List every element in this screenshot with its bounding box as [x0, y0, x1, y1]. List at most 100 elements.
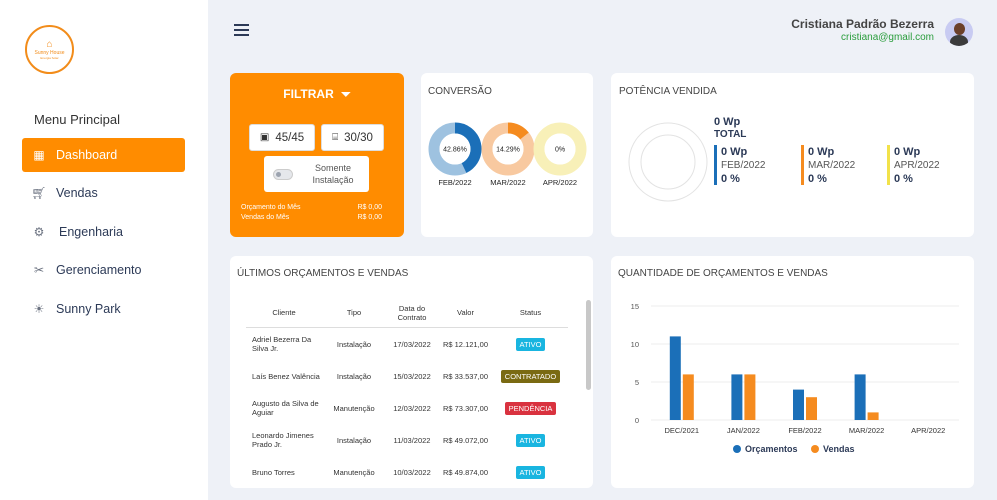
potencia-apr-bar — [887, 145, 890, 185]
bar-vendas[interactable] — [744, 374, 756, 420]
header-tipo[interactable]: Tipo — [322, 308, 386, 317]
cell-cliente: Laís Benez Valência — [252, 371, 320, 381]
bar-vendas[interactable] — [682, 374, 694, 420]
potencia-feb-label: FEB/2022 — [721, 160, 766, 171]
header-valor[interactable]: Valor — [438, 308, 493, 317]
header-cliente[interactable]: Cliente — [246, 308, 322, 317]
sidebar-item-gerenciamento[interactable]: ✂ Gerenciamento — [22, 253, 185, 287]
sidebar-item-engenharia[interactable]: ⚙ Engenharia — [22, 215, 185, 249]
quantidade-chart-card: QUANTIDADE DE ORÇAMENTOS E VENDAS 0 5 10 15… — [611, 256, 974, 488]
x-tick-label: FEB/2022 — [788, 426, 821, 435]
sidebar-item-label: Sunny Park — [56, 302, 121, 316]
sunny-house-logo[interactable]: ⌂ Sunny House Energia Solar — [25, 25, 74, 74]
cell-tipo: Manutenção — [333, 403, 375, 413]
potencia-feb-bar — [714, 145, 717, 185]
donut-label-apr: APR/2022 — [542, 178, 578, 187]
filter-title: FILTRAR — [283, 87, 334, 101]
ultimos-orcamentos-card: ÚLTIMOS ORÇAMENTOS E VENDAS Cliente Tipo… — [230, 256, 593, 488]
table-row[interactable]: Augusto da Silva de Aguiar Manutenção 12/0… — [246, 392, 568, 424]
orcamento-label: Orçamento do Mês — [241, 204, 301, 211]
gear-icon: ⚙ — [33, 225, 45, 239]
avatar[interactable] — [945, 18, 973, 46]
cell-valor: R$ 12.121,00 — [442, 339, 489, 349]
donut-label-mar: MAR/2022 — [490, 178, 526, 187]
cell-tipo: Instalação — [336, 371, 372, 381]
cell-status: CONTRATADO — [493, 369, 568, 383]
legend-label[interactable]: Vendas — [823, 444, 855, 454]
y-tick-label: 15 — [631, 302, 639, 311]
donut-percent-label: 42.86% — [443, 147, 467, 154]
legend-marker[interactable] — [811, 445, 819, 453]
filter-title-row[interactable]: FILTRAR ⏷ — [230, 87, 404, 102]
status-badge: ATIVO — [515, 433, 546, 447]
y-tick-label: 10 — [631, 340, 639, 349]
bar-orçamentos[interactable] — [793, 389, 804, 420]
conversao-title: CONVERSÃO — [428, 86, 492, 97]
sidebar-item-label: Gerenciamento — [56, 263, 142, 277]
cell-valor: R$ 73.307,00 — [442, 403, 489, 413]
logo-tagline: Energia Solar — [40, 55, 59, 60]
bar-orçamentos[interactable] — [731, 374, 743, 420]
table-row[interactable]: Laís Benez Valência Instalação 15/03/2022 R… — [246, 360, 568, 392]
legend-marker[interactable] — [733, 445, 741, 453]
table-row[interactable]: Leonardo Jimenes Prado Jr. Instalação 11/0… — [246, 424, 568, 456]
donut-percent-label: 14.29% — [496, 147, 520, 154]
contact-card-icon: ▣ — [259, 132, 270, 143]
potencia-apr-value: 0 Wp — [894, 146, 921, 158]
x-tick-label: DEC/2021 — [664, 426, 699, 435]
potencia-apr-pct: 0 % — [894, 173, 913, 185]
conversao-card: CONVERSÃO 42.86% 14.29% 0% FEB/2022 MAR/20… — [421, 73, 593, 237]
x-tick-label: MAR/2022 — [849, 426, 884, 435]
cell-cliente: Bruno Torres — [252, 467, 295, 477]
cell-tipo: Instalação — [336, 339, 372, 349]
x-tick-label: APR/2022 — [911, 426, 945, 435]
y-tick-label: 0 — [635, 416, 639, 425]
building-icon: ⌸ — [332, 132, 339, 143]
bar-vendas[interactable] — [867, 412, 879, 420]
sidebar-item-vendas[interactable]: 🛒︎ Vendas — [22, 176, 185, 210]
bar-vendas[interactable] — [806, 397, 817, 420]
potencia-feb-value: 0 Wp — [721, 146, 748, 158]
cell-tipo: Instalação — [336, 435, 372, 445]
header-data[interactable]: Data do Contrato — [386, 304, 438, 322]
cell-cliente: Augusto da Silva de Aguiar — [252, 399, 319, 417]
menu-toggle-icon[interactable] — [234, 24, 249, 36]
filter-icon: ⏷ — [341, 87, 351, 101]
table-scrollbar[interactable] — [586, 300, 591, 390]
cell-cliente: Leonardo Jimenes Prado Jr. — [252, 431, 314, 449]
cell-data: 12/03/2022 — [393, 403, 431, 413]
somente-instalacao-toggle[interactable]: Somente Instalação — [264, 156, 369, 192]
filter-count-button-a[interactable]: ▣ 45/45 — [249, 124, 315, 151]
potencia-total-value: 0 Wp — [714, 116, 741, 128]
legend-label[interactable]: Orçamentos — [745, 444, 798, 454]
x-tick-label: JAN/2022 — [727, 426, 760, 435]
sidebar-item-sunny-park[interactable]: ☀ Sunny Park — [22, 292, 185, 326]
cell-valor: R$ 33.537,00 — [442, 371, 489, 381]
potencia-mar-pct: 0 % — [808, 173, 827, 185]
sidebar: ⌂ Sunny House Energia Solar Menu Princip… — [0, 0, 208, 500]
table-title: ÚLTIMOS ORÇAMENTOS E VENDAS — [237, 268, 409, 279]
cell-data: 10/03/2022 — [393, 467, 431, 477]
sidebar-item-label: Vendas — [56, 186, 98, 200]
table-row[interactable]: Adriel Bezerra Da Silva Jr. Instalação 17/… — [246, 328, 568, 360]
sidebar-item-label: Dashboard — [56, 148, 118, 162]
cell-data: 17/03/2022 — [393, 339, 431, 349]
toggle-switch[interactable] — [273, 168, 293, 180]
sidebar-item-dashboard[interactable]: ▦ Dashboard — [22, 138, 185, 172]
potencia-card: POTÊNCIA VENDIDA 0 Wp TOTAL 0 Wp FEB/202… — [611, 73, 974, 237]
bar-chart: 0 5 10 15 DEC/2021 JAN/2022 FEB/2022 MAR/2022 AP… — [631, 302, 959, 454]
cart-icon: 🛒︎ — [31, 186, 47, 200]
house-icon: ⌂ — [46, 38, 53, 50]
table-row[interactable]: Bruno Torres Manutenção 10/03/2022 R$ 49.87… — [246, 456, 568, 488]
conversao-donuts: 42.86% 14.29% 0% — [428, 122, 587, 176]
potencia-ring — [628, 122, 708, 202]
potencia-apr-label: APR/2022 — [894, 160, 940, 171]
bar-orçamentos[interactable] — [854, 374, 866, 420]
header-status[interactable]: Status — [493, 308, 568, 317]
sidebar-item-label: Engenharia — [59, 225, 123, 239]
cell-valor: R$ 49.874,00 — [442, 467, 489, 477]
filter-count-button-b[interactable]: ⌸ 30/30 — [321, 124, 384, 151]
bar-orçamentos[interactable] — [669, 336, 681, 420]
cell-status: ATIVO — [493, 465, 568, 479]
donut-percent-label: 0% — [555, 147, 565, 154]
